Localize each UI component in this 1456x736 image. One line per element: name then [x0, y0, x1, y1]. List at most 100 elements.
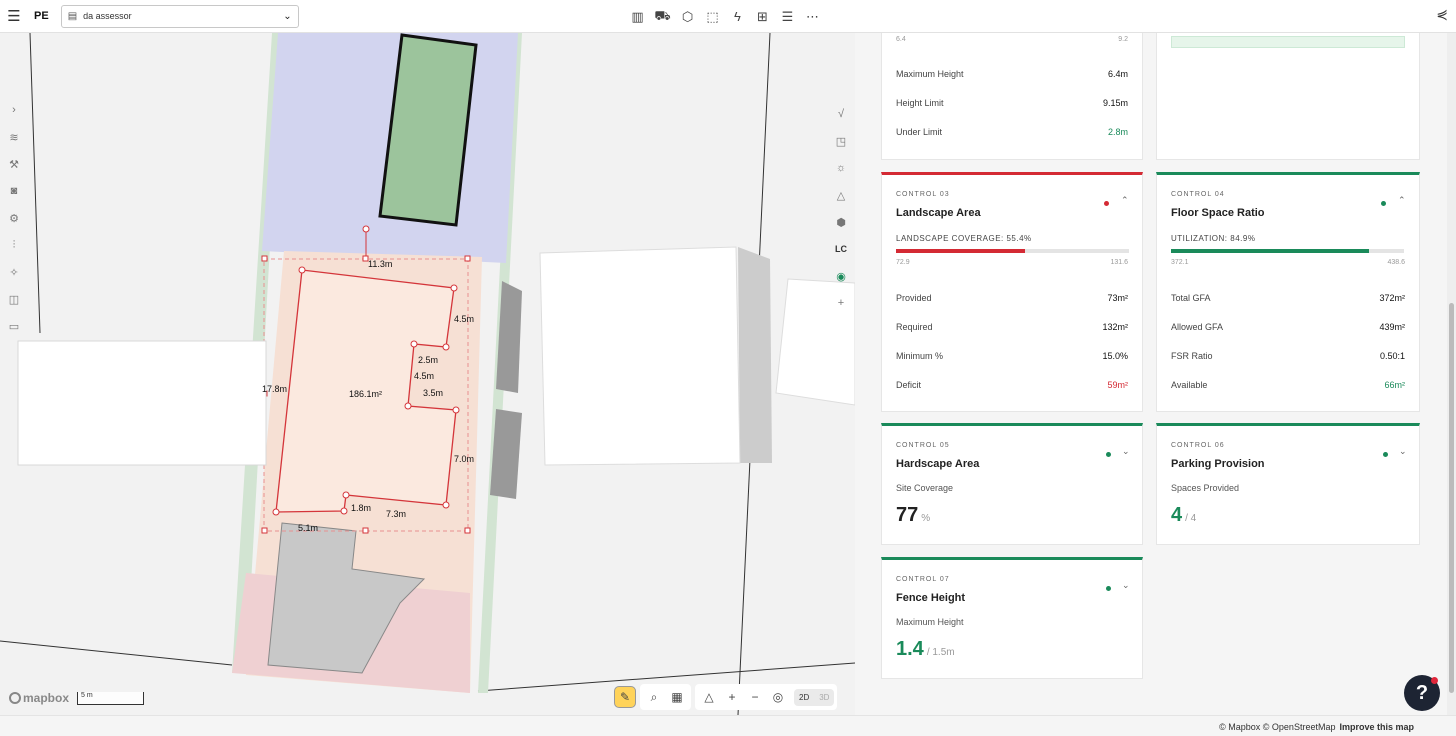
map-view[interactable]: 11.3m 4.5m 2.5m 4.5m 3.5m 17.8m 186.1m² …: [0, 33, 855, 715]
more-icon[interactable]: ⋯: [804, 6, 821, 27]
setback-handle[interactable]: [464, 527, 471, 534]
draw-tool-icon[interactable]: ✎: [614, 686, 636, 708]
row-value: 73m²: [1107, 293, 1128, 303]
row-label: Minimum %: [896, 351, 944, 361]
card-title: Hardscape Area: [896, 458, 980, 470]
vertex-handle[interactable]: [340, 507, 348, 515]
partial-card-top-right: [1156, 33, 1420, 160]
vertex-handle[interactable]: [410, 340, 418, 348]
magic-icon[interactable]: ✧: [5, 263, 23, 281]
compass-icon[interactable]: △: [698, 686, 720, 708]
row-value: 132m²: [1102, 322, 1128, 332]
help-button[interactable]: ?: [1404, 675, 1440, 711]
toolbar: ▥ ⛟ ⬡ ⬚ ϟ ⊞ ☰ ⋯: [629, 6, 821, 27]
vertex-handle[interactable]: [452, 406, 460, 414]
dim-right-lower: 7.0m: [454, 454, 474, 464]
dim-notch-side: 4.5m: [414, 371, 434, 381]
scrollbar-thumb[interactable]: [1449, 303, 1454, 693]
parking-card: CONTROL 06 Parking Provision ⌄ Spaces Pr…: [1156, 423, 1420, 545]
shape-icon[interactable]: ◳: [830, 130, 852, 152]
sub-label: Maximum Height: [896, 617, 964, 627]
dim-bottom-right: 7.3m: [386, 509, 406, 519]
dim-right-upper: 4.5m: [454, 314, 474, 324]
rotate-handle[interactable]: [362, 225, 370, 233]
map-attribution: © Mapbox © OpenStreetMap Improve this map: [1219, 722, 1414, 732]
view-2d-button[interactable]: 2D: [794, 689, 814, 706]
big-value: 1.4/ 1.5m: [896, 638, 955, 661]
mapbox-logo: mapbox: [9, 691, 69, 705]
vertex-handle[interactable]: [272, 508, 280, 516]
map-canvas[interactable]: 11.3m 4.5m 2.5m 4.5m 3.5m 17.8m 186.1m² …: [0, 33, 855, 715]
cube-icon[interactable]: ⬢: [830, 211, 852, 233]
layers-icon[interactable]: ☰: [779, 6, 796, 27]
share-icon[interactable]: ⋞: [1436, 6, 1448, 23]
camera-icon[interactable]: ◙: [5, 182, 23, 200]
settings-icon[interactable]: ⚙: [5, 209, 23, 227]
coverage-bar-fill: [896, 249, 1026, 253]
value-number: 1.4: [896, 638, 924, 660]
vertex-handle[interactable]: [298, 266, 306, 274]
dim-bottom-notch: 1.8m: [351, 503, 371, 513]
setback-handle[interactable]: [261, 255, 268, 262]
project-name: da assessor: [83, 11, 132, 21]
status-dot: [1381, 201, 1386, 206]
row-label: Available: [1171, 380, 1208, 390]
chevron-up-icon[interactable]: ⌃: [1121, 195, 1129, 206]
locate-icon[interactable]: ◎: [767, 686, 789, 708]
vertex-handle[interactable]: [342, 491, 350, 499]
chevron-down-icon[interactable]: ⌄: [1399, 446, 1407, 457]
building-icon[interactable]: ▥: [629, 6, 646, 27]
fsr-card: CONTROL 04 Floor Space Ratio ⌃ UTILIZATI…: [1156, 172, 1420, 412]
search-icon[interactable]: ⌕: [643, 686, 665, 708]
map-icon[interactable]: ▦: [666, 686, 688, 708]
panel-scrollbar[interactable]: [1447, 33, 1456, 715]
sun-icon[interactable]: ☼: [830, 157, 852, 179]
project-select[interactable]: ▤ da assessor ⌄: [60, 4, 299, 28]
chevron-down-icon[interactable]: ⌄: [1122, 580, 1130, 591]
zoom-out-icon[interactable]: −: [744, 686, 766, 708]
view-3d-button[interactable]: 3D: [814, 689, 834, 706]
cube-icon[interactable]: ◫: [5, 290, 23, 308]
vertex-handle[interactable]: [442, 343, 450, 351]
height-row-label: Height Limit: [896, 98, 944, 108]
vertex-handle[interactable]: [442, 501, 450, 509]
shield-icon[interactable]: ⬡: [679, 6, 696, 27]
menu-icon[interactable]: ☰: [0, 0, 28, 33]
height-card: 6.4 9.2 Maximum Height 6.4m Height Limit…: [881, 33, 1143, 160]
chevron-down-icon[interactable]: ⌄: [1122, 446, 1130, 457]
ruler-icon[interactable]: ⊞: [754, 6, 771, 27]
sliders-icon[interactable]: ⫶: [5, 236, 23, 254]
layers-icon[interactable]: ≋: [5, 128, 23, 146]
wrench-icon[interactable]: ⚒: [5, 155, 23, 173]
setback-handle[interactable]: [362, 527, 369, 534]
control-number: CONTROL 07: [896, 576, 950, 583]
eye-icon[interactable]: ◉: [830, 265, 852, 287]
plus-icon[interactable]: +: [830, 292, 852, 314]
control-number: CONTROL 04: [1171, 191, 1225, 198]
status-dot: [1106, 452, 1111, 457]
vertex-handle[interactable]: [404, 402, 412, 410]
chevron-right-icon[interactable]: ›: [5, 101, 23, 119]
chevron-down-icon: ⌄: [283, 10, 292, 22]
frame-icon[interactable]: ⬚: [704, 6, 721, 27]
chevron-up-icon[interactable]: ⌃: [1398, 195, 1406, 206]
setback-handle[interactable]: [464, 255, 471, 262]
row-value: 15.0%: [1102, 351, 1128, 361]
book-icon[interactable]: ▭: [5, 317, 23, 335]
height-row-value: 2.8m: [1107, 127, 1128, 137]
value-suffix: / 4: [1185, 513, 1197, 524]
card-title: Fence Height: [896, 592, 966, 604]
dim-bottom-left: 5.1m: [298, 523, 318, 533]
truck-icon[interactable]: ⛟: [654, 6, 671, 27]
setback-handle[interactable]: [261, 527, 268, 534]
status-dot: [1104, 201, 1109, 206]
lc-toggle[interactable]: LC: [830, 238, 852, 260]
zoom-in-icon[interactable]: +: [721, 686, 743, 708]
formula-icon[interactable]: √: [830, 103, 852, 125]
lightning-icon[interactable]: ϟ: [729, 6, 746, 27]
terrain-icon[interactable]: △: [830, 184, 852, 206]
vertex-handle[interactable]: [450, 284, 458, 292]
bar-min: 372.1: [1171, 259, 1189, 266]
improve-map-link[interactable]: Improve this map: [1339, 722, 1414, 732]
building-shadow: [738, 247, 772, 463]
